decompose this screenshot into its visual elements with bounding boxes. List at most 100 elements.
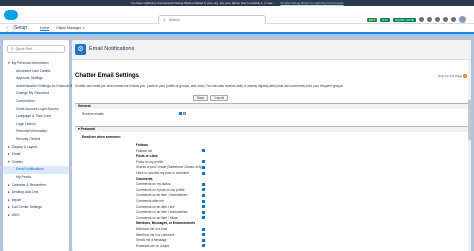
chevron-down-icon[interactable]: ▾ [8, 160, 10, 164]
receive-emails-checkbox[interactable] [179, 112, 182, 115]
notifications-bell-icon[interactable] [451, 17, 456, 22]
setting-checkbox[interactable] [202, 227, 205, 231]
setup-gear-icon[interactable] [443, 17, 448, 22]
settings-group-heading: Mentions, Messages, or Endorsements [136, 221, 195, 226]
sidebar-item[interactable]: My Feeds [3, 174, 69, 182]
setup-tree: ▾ My Personal Information Advanced User De… [3, 60, 83, 220]
sidebar-item[interactable]: ▸ Email [3, 151, 69, 159]
search-icon: ⚲ [163, 18, 166, 22]
tab-object-manager[interactable]: Object Manager [56, 26, 81, 30]
button-bar: Save Cancel [193, 95, 229, 101]
personal-section-header: ▾ Personal [75, 126, 468, 132]
chevron-right-icon[interactable]: ▸ [8, 213, 10, 217]
setting-checkbox[interactable] [202, 199, 205, 203]
sidebar-item[interactable]: Login History [3, 121, 69, 129]
chevron-right-icon[interactable]: ▸ [8, 198, 10, 202]
settings-group-heading: Posts or Likes [136, 154, 158, 159]
sidebar-item[interactable]: Authentication Settings for External Sys… [3, 83, 83, 91]
sidebar-item[interactable]: ▸ Call Center Settings [3, 204, 69, 212]
sidebar-item[interactable]: Connections [3, 98, 69, 106]
page-scrollbar[interactable] [468, 60, 471, 251]
sidebar-item[interactable]: Email Notifications [3, 166, 69, 174]
sidebar-item[interactable]: Language & Time Zone [3, 113, 69, 121]
setting-label: Sends me a message [136, 238, 167, 243]
setting-label: Comments on an item I like [136, 204, 175, 209]
setting-checkbox[interactable] [202, 171, 205, 175]
setting-checkbox[interactable] [202, 216, 205, 220]
org-badge-3: SQOB / ACTE [392, 17, 416, 22]
help-link[interactable]: Help for this Page ? [438, 74, 467, 78]
setting-label: Comments after me [136, 199, 164, 203]
sidebar-item[interactable]: ▸ Display & Layout [3, 144, 69, 152]
chevron-right-icon[interactable]: ▸ [8, 152, 10, 156]
sidebar-item[interactable]: Security Central [3, 136, 69, 144]
sidebar-item[interactable]: ▸ Desktop Add-Ons [3, 189, 69, 197]
cancel-button[interactable]: Cancel [210, 95, 229, 101]
banner-disable-link[interactable]: Disable Debug Mode for Lightning Compone… [280, 1, 343, 5]
setting-label: Posts on my profile [136, 159, 164, 164]
chevron-down-icon[interactable]: ▾ [83, 26, 85, 30]
add-icon[interactable] [427, 17, 432, 22]
collapse-icon[interactable]: ▾ [78, 127, 80, 131]
quick-find-input[interactable]: ⚲ Quick Find [7, 45, 65, 53]
save-button[interactable]: Save [193, 95, 209, 101]
gear-icon: ⚙ [75, 44, 86, 55]
sidebar-item[interactable]: ▸ Calendar & Reminders [3, 182, 69, 190]
chevron-right-icon[interactable]: ▸ [8, 183, 10, 187]
personal-section-label: Personal [80, 127, 95, 131]
sidebar-item-label: Language & Time Zone [16, 114, 52, 119]
setting-checkbox[interactable] [202, 193, 205, 197]
setting-label: Follows me [136, 148, 153, 153]
setting-checkbox[interactable] [202, 233, 205, 237]
sidebar-item[interactable]: Personal Information [3, 128, 69, 136]
section-title: Chatter Email Settings [75, 73, 140, 79]
sidebar-item-label: WDC [11, 212, 20, 217]
help-link-label: Help for this Page [438, 74, 462, 78]
sidebar-item[interactable]: ▸ WDC [3, 212, 69, 220]
help-question-icon: ? [463, 74, 467, 78]
app-name: Setup [14, 25, 28, 31]
search-icon: ⚲ [11, 47, 14, 51]
page-scrollbar-thumb[interactable] [468, 100, 471, 140]
global-header: ⚲ Search GPT 0.37 SQOB / ACTE [0, 6, 474, 25]
setting-checkbox[interactable] [202, 182, 205, 186]
chevron-down-icon[interactable]: ▾ [8, 61, 10, 65]
help-icon[interactable] [435, 17, 440, 22]
receive-emails-indicator [183, 112, 186, 115]
setting-checkbox[interactable] [202, 149, 205, 153]
header-utility-icons: GPT 0.37 SQOB / ACTE [366, 16, 466, 23]
user-avatar[interactable] [459, 16, 466, 23]
sidebar-item-label: Connections [16, 98, 35, 103]
sidebar-item[interactable]: ▾ Chatter [3, 159, 69, 167]
setting-label: Comments on an item I bookmarked [136, 210, 188, 215]
sidebar-item[interactable]: ▾ My Personal Information [3, 60, 69, 68]
sidebar-item[interactable]: ▸ Import [3, 197, 69, 205]
sidebar-item-label: My Personal Information [11, 61, 49, 65]
setting-checkbox[interactable] [202, 165, 205, 169]
setting-checkbox[interactable] [202, 238, 205, 242]
quick-find-placeholder: Quick Find [15, 47, 33, 51]
chevron-right-icon[interactable]: ▸ [8, 190, 10, 194]
setting-label: Shares a post I made (Salesforce Classic… [136, 165, 203, 170]
sidebar-item[interactable]: Grant Account Login Access [3, 106, 69, 114]
setting-checkbox[interactable] [202, 210, 205, 214]
chevron-right-icon[interactable]: ▸ [8, 205, 10, 209]
sidebar-item[interactable]: Advanced User Details [3, 68, 69, 76]
chevron-right-icon[interactable]: ▸ [8, 145, 10, 149]
page-header: ⚙ Email Notifications [72, 40, 471, 60]
setting-checkbox[interactable] [202, 188, 205, 192]
tab-home[interactable]: Home [40, 26, 50, 31]
settings-group-heading: Follows [136, 143, 148, 147]
favorites-icon[interactable] [419, 17, 424, 22]
sidebar-item[interactable]: Change My Password [3, 90, 69, 98]
sidebar-item-label: Grant Account Login Access [16, 106, 59, 111]
sidebar-item[interactable]: Approver Settings [3, 75, 69, 83]
setting-label: Comments on an item I bookmarked [136, 193, 188, 198]
setting-checkbox[interactable] [202, 244, 205, 248]
salesforce-logo [4, 10, 18, 20]
receive-emails-label: Receive emails [82, 112, 104, 116]
setting-checkbox[interactable] [202, 205, 205, 209]
sidebar-item-label: Display & Layout [11, 144, 38, 149]
sidebar-item-label: Desktop Add-Ons [11, 190, 39, 195]
setting-checkbox[interactable] [202, 160, 205, 164]
